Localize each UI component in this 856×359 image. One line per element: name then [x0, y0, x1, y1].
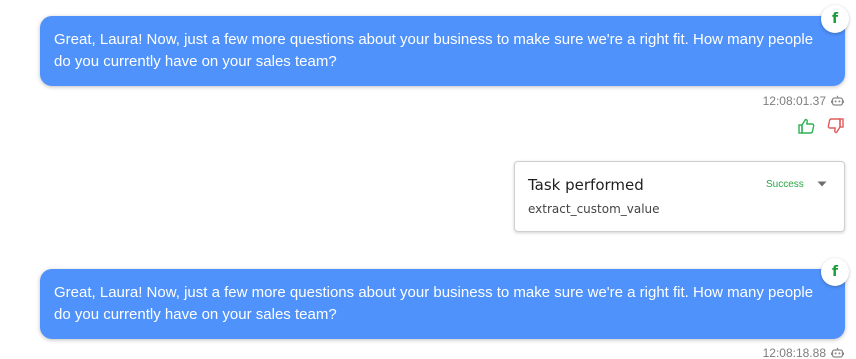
- bot-icon: [831, 347, 844, 359]
- bot-message-bubble: Great, Laura! Now, just a few more quest…: [40, 269, 845, 339]
- bot-message-bubble: Great, Laura! Now, just a few more quest…: [40, 16, 845, 86]
- task-title: Task performed: [528, 176, 644, 194]
- thumbs-up-icon[interactable]: [798, 118, 815, 134]
- task-status-badge: Success: [766, 179, 804, 190]
- message-timestamp: 12:08:18.88: [762, 346, 826, 359]
- message-meta: 12:08:18.88: [763, 346, 844, 359]
- brand-f-icon: f: [821, 258, 849, 286]
- message-feedback: [798, 118, 844, 134]
- brand-f-icon: f: [821, 5, 849, 33]
- thumbs-down-icon[interactable]: [827, 118, 844, 134]
- bot-message-text: Great, Laura! Now, just a few more quest…: [54, 284, 814, 323]
- chevron-down-icon[interactable]: [817, 181, 827, 187]
- bot-message-text: Great, Laura! Now, just a few more quest…: [54, 31, 814, 70]
- message-meta: 12:08:01.37: [763, 94, 844, 108]
- task-performed-card[interactable]: Task performed Success extract_custom_va…: [514, 161, 845, 232]
- task-detail: extract_custom_value: [528, 202, 660, 216]
- bot-icon: [831, 95, 844, 107]
- message-timestamp: 12:08:01.37: [762, 94, 826, 108]
- chat-transcript: Great, Laura! Now, just a few more quest…: [0, 0, 856, 359]
